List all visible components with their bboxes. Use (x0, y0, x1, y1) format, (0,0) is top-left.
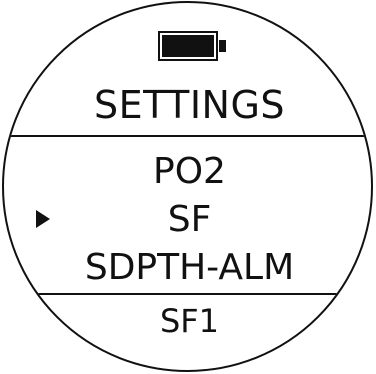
dive-computer-display: SETTINGS PO2 SF SDPTH-ALM SF1 (0, 0, 376, 374)
battery-terminal (219, 40, 226, 52)
menu-item-sf[interactable]: SF (4, 199, 371, 241)
menu-item-sdpth-alm[interactable]: SDPTH-ALM (4, 247, 371, 289)
title-divider (4, 135, 371, 137)
menu-item-po2[interactable]: PO2 (4, 151, 371, 193)
battery-full-icon (158, 31, 228, 61)
current-value: SF1 (159, 302, 220, 340)
value-divider (4, 293, 371, 295)
watch-face: SETTINGS PO2 SF SDPTH-ALM SF1 (2, 1, 373, 372)
screen-title: SETTINGS (93, 83, 286, 127)
battery-fill (162, 35, 214, 57)
